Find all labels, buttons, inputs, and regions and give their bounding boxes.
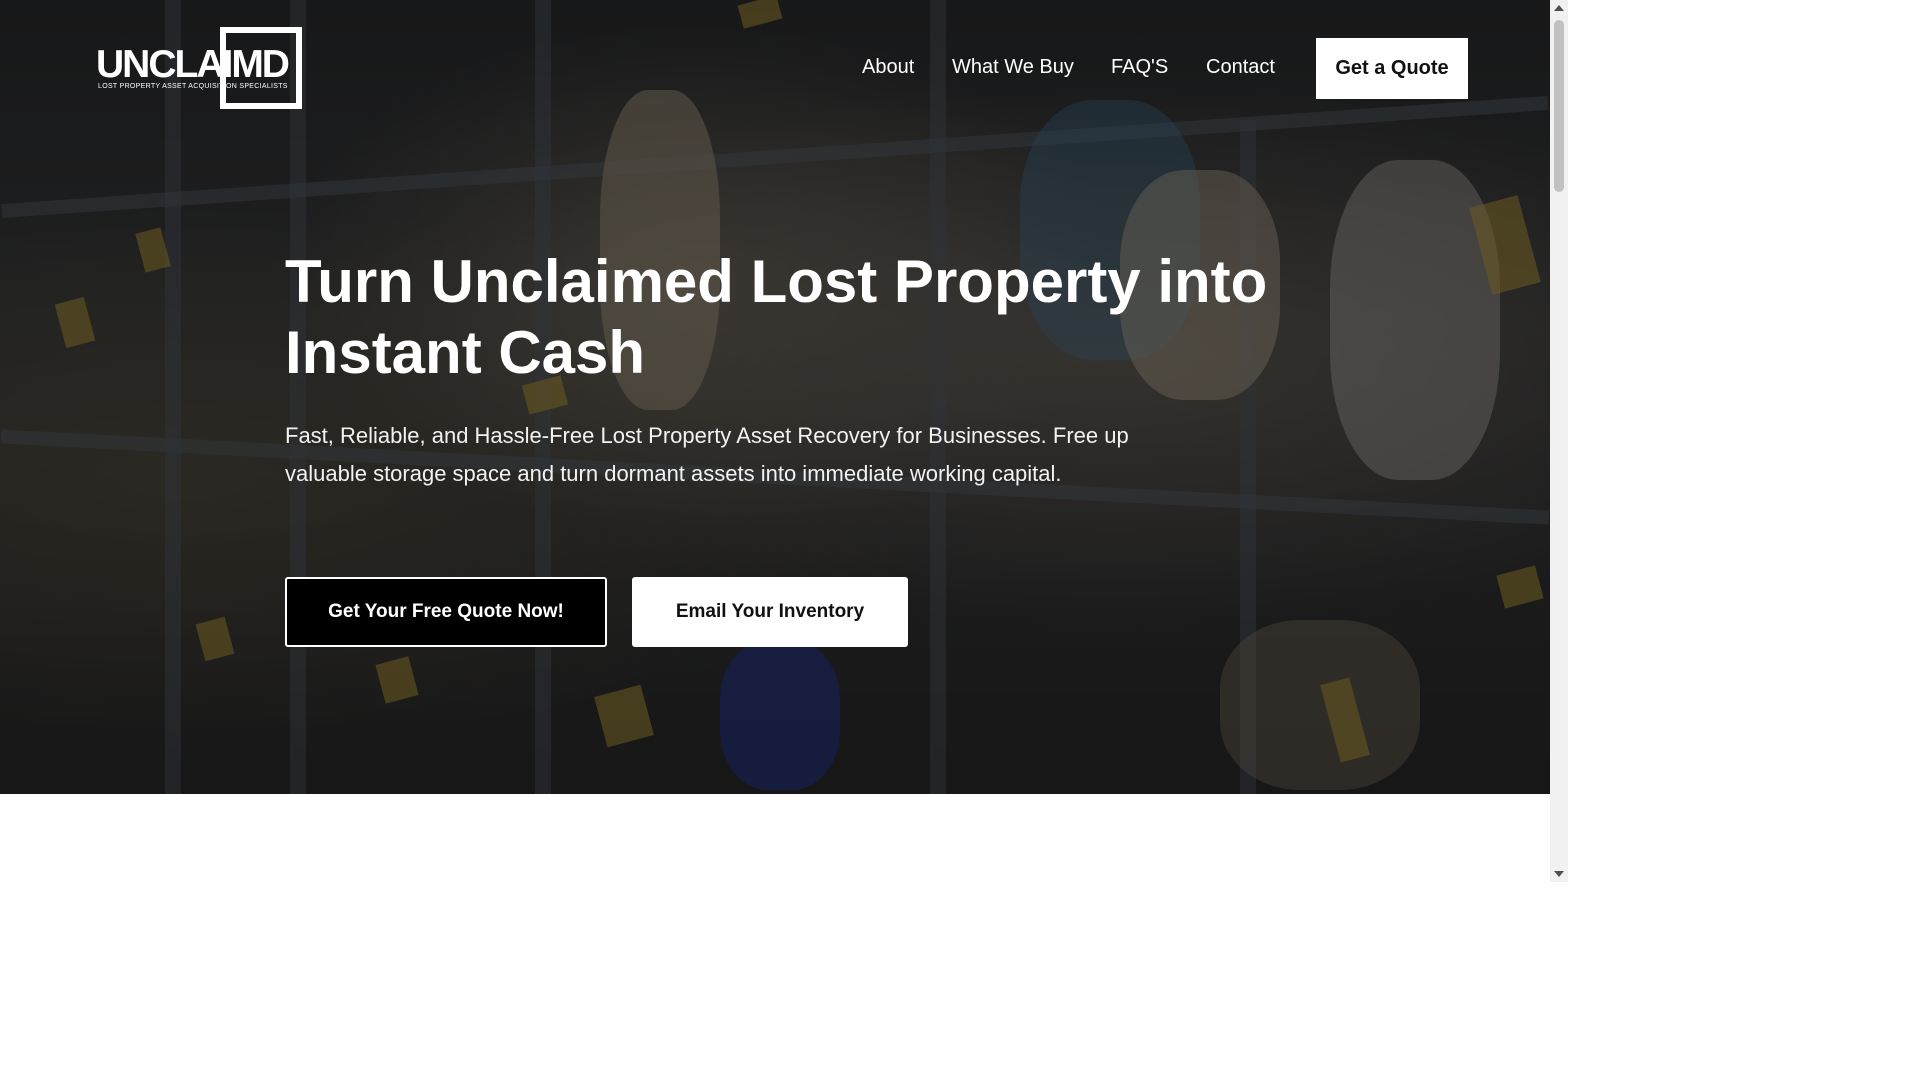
hero-section bbox=[0, 0, 1550, 794]
page-scrollbar[interactable] bbox=[1550, 0, 1568, 882]
main-navigation: About What We Buy FAQ'S Contact bbox=[0, 56, 1300, 82]
nav-item-contact[interactable]: Contact bbox=[1206, 56, 1275, 79]
email-inventory-button[interactable]: Email Your Inventory bbox=[632, 577, 908, 647]
scrollbar-thumb[interactable] bbox=[1554, 20, 1564, 192]
hero-subtext: Fast, Reliable, and Hassle-Free Lost Pro… bbox=[285, 423, 1129, 486]
nav-item-faqs[interactable]: FAQ'S bbox=[1111, 56, 1168, 79]
hero-headline: Turn Unclaimed Lost Property into Instan… bbox=[285, 248, 1268, 386]
free-quote-button[interactable]: Get Your Free Quote Now! bbox=[285, 577, 607, 647]
nav-item-about[interactable]: About bbox=[862, 56, 914, 79]
scroll-down-arrow-icon[interactable] bbox=[1554, 871, 1564, 877]
logo-tagline: LOST PROPERTY ASSET ACQUISITION SPECIALI… bbox=[98, 83, 288, 90]
get-a-quote-button[interactable]: Get a Quote bbox=[1316, 38, 1468, 99]
hero-dark-overlay bbox=[0, 0, 1550, 794]
scroll-up-arrow-icon[interactable] bbox=[1554, 5, 1564, 11]
nav-item-what-we-buy[interactable]: What We Buy bbox=[952, 56, 1074, 79]
